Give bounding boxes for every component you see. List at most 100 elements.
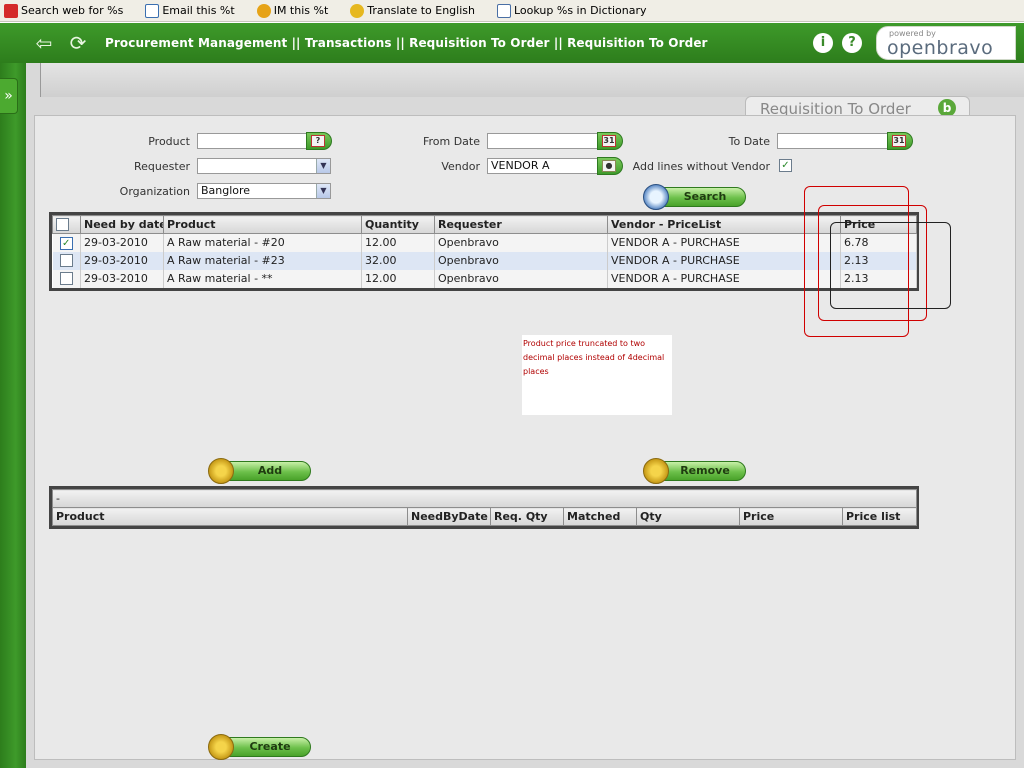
chevron-down-icon[interactable]: ▼ [316,184,330,198]
breadcrumb[interactable]: Procurement Management || Transactions |… [105,36,708,50]
to-date-label: To Date [728,135,770,148]
translate-icon [350,3,365,18]
select-all-cell [52,215,81,234]
search-web-button[interactable]: Search web for %s [0,0,127,22]
organization-select[interactable]: Banglore ▼ [197,183,331,199]
chevron-down-icon[interactable]: ▼ [316,159,330,173]
search-button-label: Search [683,190,727,203]
row-checkbox[interactable] [59,272,73,286]
vendor-label: Vendor [441,160,480,173]
col-product[interactable]: Product [52,507,408,526]
back-arrow-icon[interactable]: ⇦ [32,31,56,55]
col-requester[interactable]: Requester [434,215,608,234]
create-button-label: Create [249,740,291,753]
select-all-checkbox[interactable] [56,218,69,232]
col-product[interactable]: Product [163,215,362,234]
col-qty[interactable]: Qty [636,507,740,526]
product-field[interactable] [197,133,307,149]
to-date-field[interactable] [777,133,889,149]
create-button[interactable]: Create [208,734,311,760]
from-date-calendar-button[interactable]: 31 [597,132,623,150]
envelope-icon [145,3,160,18]
cell-product: A Raw material - #23 [163,251,362,270]
email-this-label: Email this %t [162,4,235,17]
search-button[interactable]: Search [643,184,746,210]
info-icon[interactable]: i [813,33,833,53]
add-lines-without-vendor-checkbox[interactable]: ✓ [779,159,792,172]
yahoo-icon [4,3,18,18]
add-lines-without-vendor-label: Add lines without Vendor [632,160,770,173]
col-req-qty[interactable]: Req. Qty [490,507,564,526]
calendar-icon: 31 [892,135,906,147]
translate-label: Translate to English [367,4,475,17]
col-need-by-date[interactable]: Need by date [80,215,164,234]
col-need-by-date[interactable]: NeedByDate [407,507,491,526]
smiley-icon [256,3,271,18]
add-button[interactable]: Add [208,458,311,484]
requester-select[interactable]: ▼ [197,158,331,174]
col-matched[interactable]: Matched [563,507,637,526]
expand-menu-icon[interactable]: » [0,78,18,114]
email-this-button[interactable]: Email this %t [141,0,238,22]
logo-name: openbravo [887,37,994,59]
cell-need-by-date: 29-03-2010 [80,269,164,288]
table-row[interactable]: 29-03-2010 A Raw material - ** 12.00 Ope… [52,269,917,288]
im-this-button[interactable]: IM this %t [253,0,333,22]
row-checkbox[interactable]: ✓ [59,236,73,250]
annotation-note: Product price truncated to two decimal p… [522,335,672,415]
col-quantity[interactable]: Quantity [361,215,435,234]
cell-requester: Openbravo [434,251,608,270]
from-date-label: From Date [422,135,480,148]
vendor-field[interactable]: VENDOR A [487,158,599,174]
selected-lines-grid: - Product NeedByDate Req. Qty Matched Qt… [49,486,919,529]
to-date-calendar-button[interactable]: 31 [887,132,913,150]
product-search-button[interactable]: ? [306,132,332,150]
vendor-picker-icon: ● [602,160,616,172]
im-this-label: IM this %t [273,4,329,17]
refresh-icon[interactable]: ⟳ [66,31,90,55]
cell-requester: Openbravo [434,233,608,252]
cell-quantity: 12.00 [361,233,435,252]
translate-button[interactable]: Translate to English [346,0,479,22]
col-price-list[interactable]: Price list [842,507,917,526]
cell-quantity: 32.00 [361,251,435,270]
dictionary-icon [496,3,511,18]
app-header: ⇦ ⟳ Procurement Management || Transactio… [0,23,1024,63]
search-web-label: Search web for %s [21,4,124,17]
table-row[interactable]: 29-03-2010 A Raw material - #23 32.00 Op… [52,251,917,270]
requisition-grid: Need by date Product Quantity Requester … [49,212,919,291]
left-margin [0,63,26,768]
cell-need-by-date: 29-03-2010 [80,251,164,270]
grid-group-row: - [52,489,917,508]
cell-product: A Raw material - ** [163,269,362,288]
row-checkbox[interactable] [59,254,73,268]
grid-header-row: Need by date Product Quantity Requester … [52,215,917,234]
organization-label: Organization [119,185,190,198]
product-picker-icon: ? [311,135,325,147]
highlight-ellipse [830,222,951,309]
cell-need-by-date: 29-03-2010 [80,233,164,252]
product-label: Product [148,135,190,148]
lookup-dictionary-button[interactable]: Lookup %s in Dictionary [493,0,651,22]
remove-button-label: Remove [680,464,730,477]
cell-product: A Raw material - #20 [163,233,362,252]
table-row[interactable]: ✓ 29-03-2010 A Raw material - #20 12.00 … [52,233,917,252]
tool-strip [40,63,1024,97]
grid-header-row: Product NeedByDate Req. Qty Matched Qty … [52,507,917,526]
row-select-cell: ✓ [52,233,81,252]
openbravo-logo: powered by openbravo [876,26,1016,60]
browser-toolbar: Search web for %s Email this %t IM this … [0,0,1024,22]
cell-quantity: 12.00 [361,269,435,288]
cell-requester: Openbravo [434,269,608,288]
group-row-cell: - [52,489,917,508]
col-price[interactable]: Price [739,507,843,526]
lookup-dictionary-label: Lookup %s in Dictionary [513,4,647,17]
organization-value: Banglore [201,184,251,197]
help-icon[interactable]: ? [842,33,862,53]
row-select-cell [52,251,81,270]
remove-button[interactable]: Remove [643,458,746,484]
requester-label: Requester [134,160,190,173]
calendar-icon: 31 [602,135,616,147]
row-select-cell [52,269,81,288]
from-date-field[interactable] [487,133,599,149]
